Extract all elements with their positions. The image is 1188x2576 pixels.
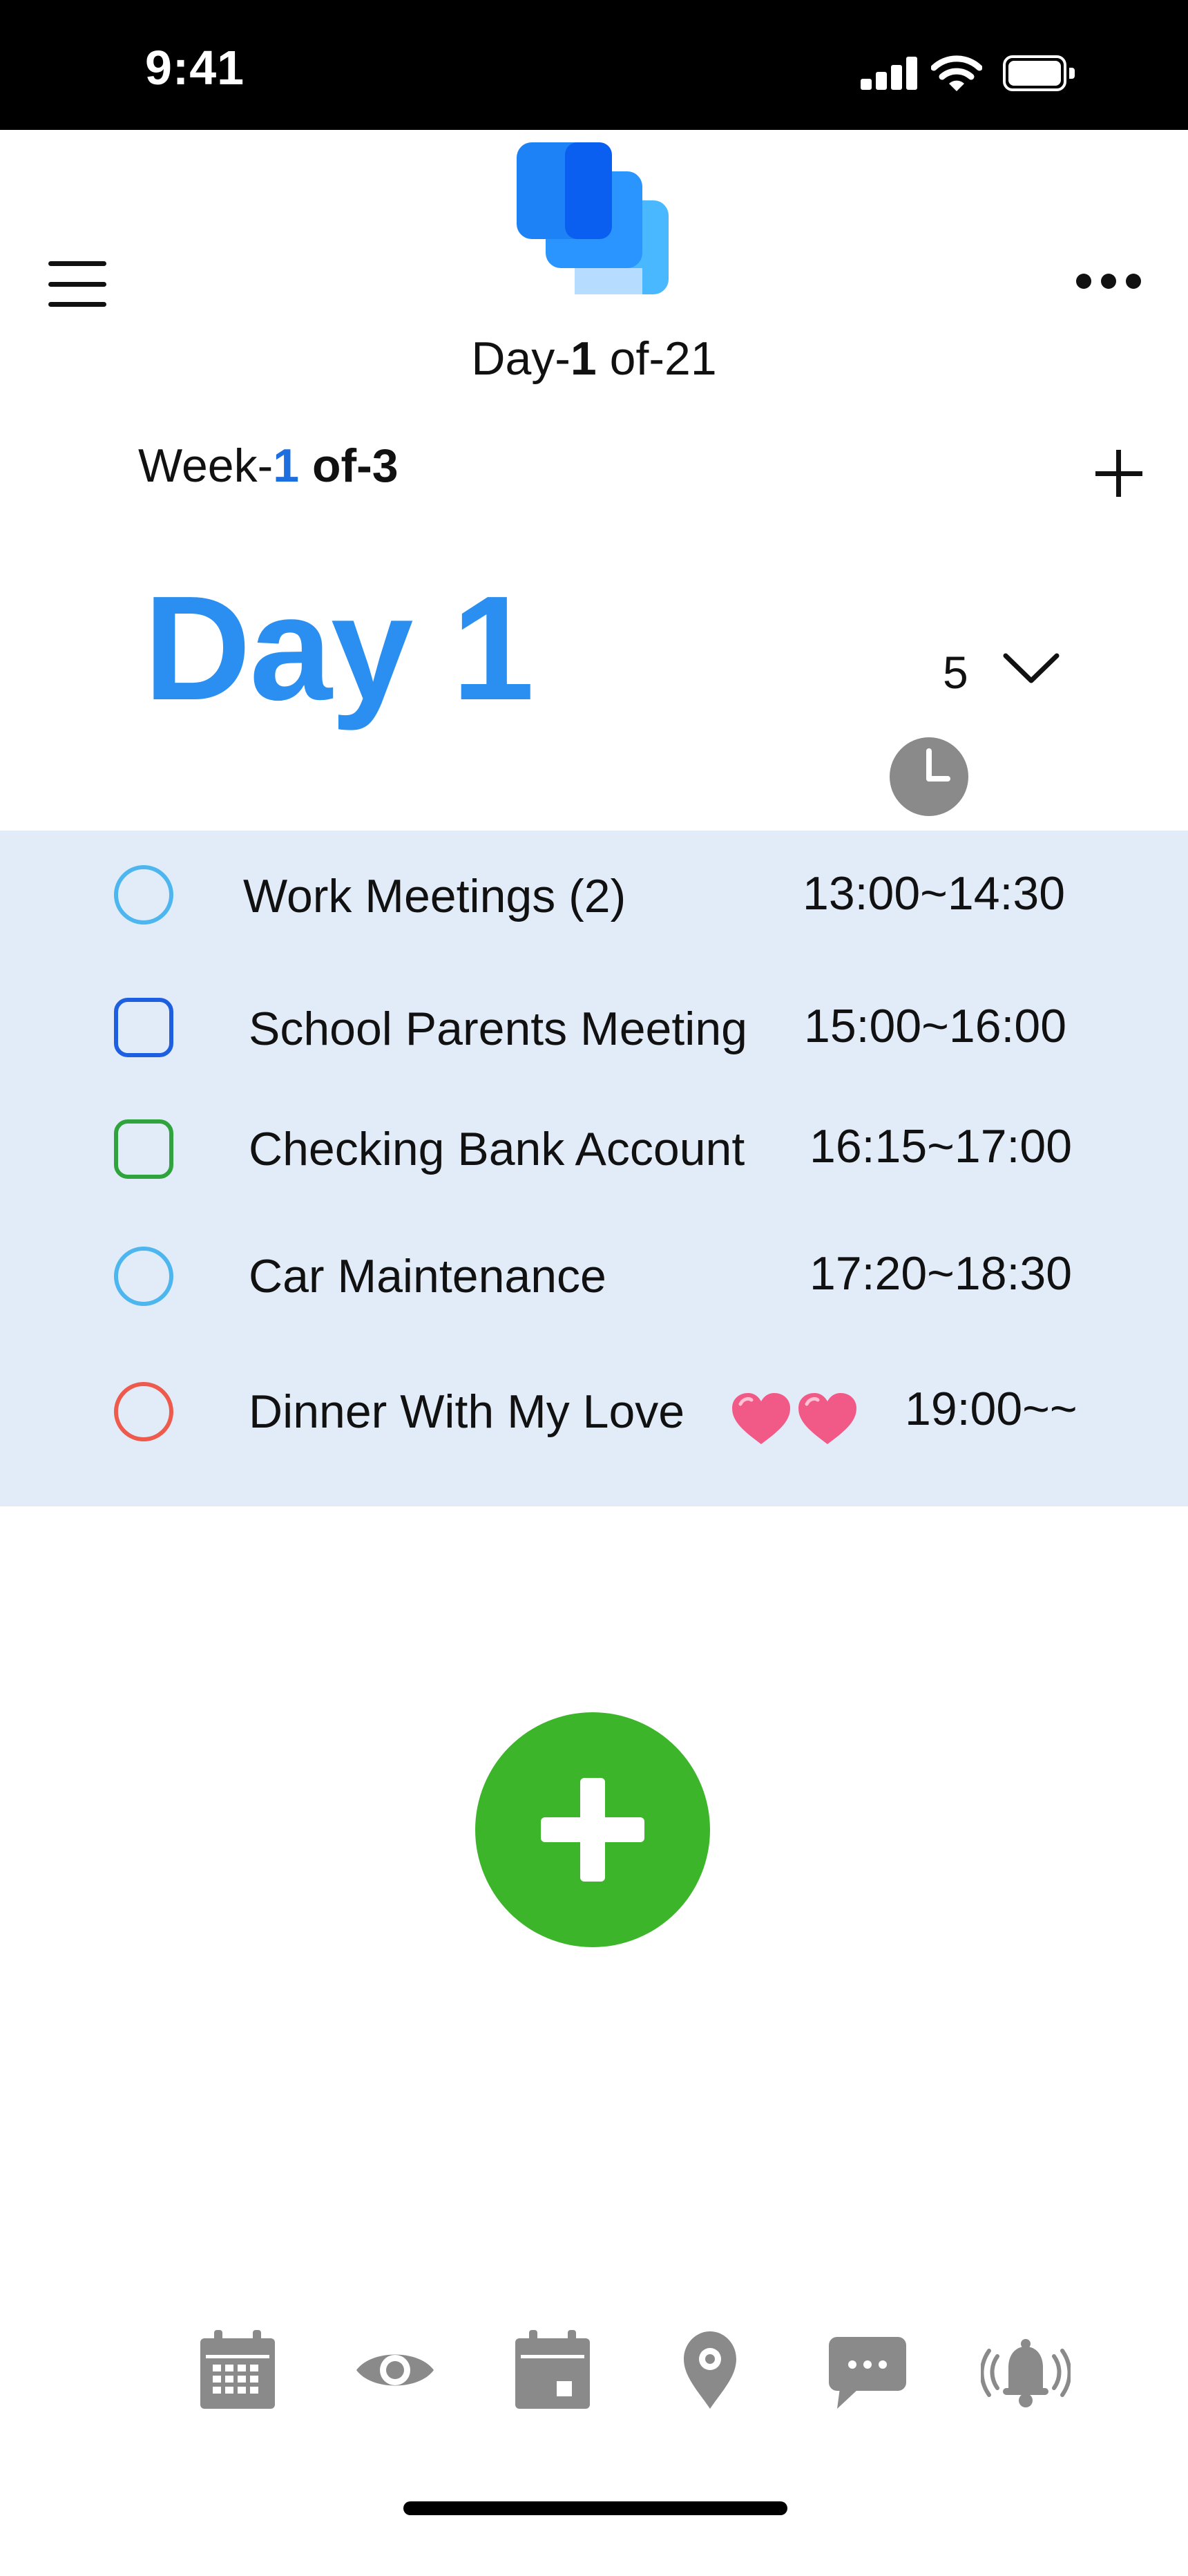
status-square-icon[interactable] — [114, 1119, 173, 1179]
day-counter: Day-1 of-21 — [471, 332, 717, 385]
clock-icon[interactable] — [888, 736, 970, 817]
battery-icon — [1003, 55, 1075, 91]
calendar-grid-icon[interactable] — [196, 2329, 279, 2412]
add-task-button[interactable] — [475, 1712, 710, 1947]
add-button[interactable] — [1091, 446, 1147, 501]
list-item[interactable]: Checking Bank Account 16:15~17:00 — [0, 1119, 1188, 1202]
task-time: 19:00~~ — [905, 1383, 1077, 1435]
task-name: Dinner With My Love — [249, 1385, 685, 1438]
list-item[interactable]: Car Maintenance 17:20~18:30 — [0, 1247, 1188, 1329]
task-time: 13:00~14:30 — [803, 867, 1066, 920]
app-logo — [517, 142, 669, 294]
hamburger-menu-icon[interactable] — [48, 261, 106, 307]
count-value[interactable]: 5 — [943, 646, 968, 699]
home-indicator[interactable] — [403, 2501, 787, 2515]
cellular-signal-icon — [861, 57, 919, 90]
task-time: 16:15~17:00 — [809, 1120, 1073, 1173]
status-circle-icon[interactable] — [114, 1247, 173, 1306]
list-item[interactable]: School Parents Meeting 15:00~16:00 — [0, 996, 1188, 1079]
status-circle-icon[interactable] — [114, 865, 173, 925]
heart-icon — [732, 1393, 790, 1444]
status-bar: 9:41 — [0, 0, 1188, 130]
task-time: 15:00~16:00 — [804, 1000, 1067, 1052]
calendar-day-icon[interactable] — [511, 2329, 594, 2412]
more-options-icon[interactable] — [1076, 274, 1142, 294]
task-name: School Parents Meeting — [249, 1003, 747, 1055]
eye-icon[interactable] — [354, 2329, 437, 2412]
task-name: Work Meetings (2) — [243, 870, 626, 922]
chevron-down-icon[interactable] — [1002, 646, 1061, 688]
status-time: 9:41 — [145, 41, 245, 95]
list-item[interactable]: Dinner With My Love 19:00~~ — [0, 1382, 1188, 1465]
task-name: Car Maintenance — [249, 1250, 606, 1303]
chat-bubble-icon[interactable] — [826, 2329, 909, 2412]
task-time: 17:20~18:30 — [809, 1247, 1073, 1300]
week-counter: Week-1 of-3 — [138, 439, 399, 492]
list-item[interactable]: Work Meetings (2) 13:00~14:30 — [0, 864, 1188, 947]
task-name: Checking Bank Account — [249, 1123, 745, 1175]
status-circle-icon[interactable] — [114, 1382, 173, 1441]
location-pin-icon[interactable] — [669, 2329, 751, 2412]
day-title: Day 1 — [144, 565, 535, 731]
heart-icon — [798, 1393, 856, 1444]
wifi-icon — [931, 55, 982, 91]
bell-ringing-icon[interactable] — [981, 2329, 1071, 2412]
status-square-icon[interactable] — [114, 998, 173, 1057]
task-list: Work Meetings (2) 13:00~14:30 School Par… — [0, 831, 1188, 1506]
